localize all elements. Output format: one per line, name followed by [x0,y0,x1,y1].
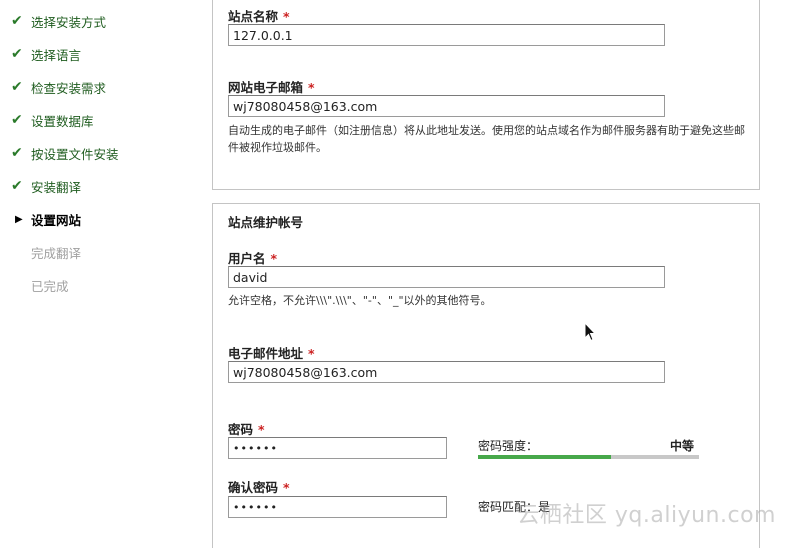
required-marker: * [270,251,278,266]
step-choose-language: ✔ 选择语言 [11,44,81,64]
password-input[interactable] [228,437,447,459]
step-label: 选择安装方式 [31,14,107,30]
site-email-label: 网站电子邮箱 * [228,80,315,95]
step-label: 设置数据库 [31,113,94,129]
step-verify-requirements: ✔ 检查安装需求 [11,77,106,97]
required-marker: * [258,422,265,437]
site-email-description: 自动生成的电子邮件（如注册信息）将从此地址发送。使用您的站点域名作为邮件服务器有… [228,124,745,154]
required-marker: * [308,80,315,95]
step-choose-profile: ✔ 选择安装方式 [11,11,106,31]
required-marker: * [308,346,315,361]
password-strength-fill [478,455,611,459]
step-configure-site: ▶ 设置网站 [11,209,81,229]
check-icon: ✔ [11,178,23,194]
step-label: 安装翻译 [31,179,82,195]
current-step-arrow-icon: ▶ [15,213,23,225]
check-icon: ✔ [11,46,23,62]
watermark: 云栖社区 yq.aliyun.com [517,503,776,528]
step-label: 选择语言 [31,47,82,63]
check-icon: ✔ [11,13,23,29]
step-install-translations: ✔ 安装翻译 [11,176,81,196]
password-label: 密码 * [228,422,265,437]
confirm-password-label: 确认密码 * [228,480,290,495]
step-setup-database: ✔ 设置数据库 [11,110,94,130]
password-strength-label: 密码强度： [478,439,539,453]
account-email-label: 电子邮件地址 * [228,346,315,361]
site-name-label: 站点名称 * [228,9,290,24]
step-label: 设置网站 [31,212,82,228]
check-icon: ✔ [11,79,23,95]
site-name-input[interactable] [228,24,665,46]
install-steps-sidebar: ✔ 选择安装方式 ✔ 选择语言 ✔ 检查安装需求 ✔ 设置数据库 ✔ 按设置文件… [0,0,200,537]
check-icon: ✔ [11,145,23,161]
username-input[interactable] [228,266,665,288]
step-label: 已完成 [31,278,69,294]
required-marker: * [283,9,290,24]
mouse-cursor-icon [584,322,596,342]
check-icon: ✔ [11,112,23,128]
confirm-password-input[interactable] [228,496,447,518]
step-label: 检查安装需求 [31,80,107,96]
step-label: 完成翻译 [31,245,82,261]
password-strength-value: 中等 [670,439,695,453]
username-description: 允许空格，不允许\\\".\\\"、"-"、"_"以外的其他符号。 [228,294,492,307]
required-marker: * [283,480,290,495]
site-email-input[interactable] [228,95,665,117]
maintenance-account-legend: 站点维护帐号 [228,215,304,230]
username-label: 用户名 * [228,251,278,266]
step-install-profile: ✔ 按设置文件安装 [11,143,119,163]
password-strength-meter [478,455,699,459]
step-label: 按设置文件安装 [31,146,119,162]
account-email-input[interactable] [228,361,665,383]
step-finish-translations: 完成翻译 [11,242,81,262]
step-finished: 已完成 [11,275,69,295]
